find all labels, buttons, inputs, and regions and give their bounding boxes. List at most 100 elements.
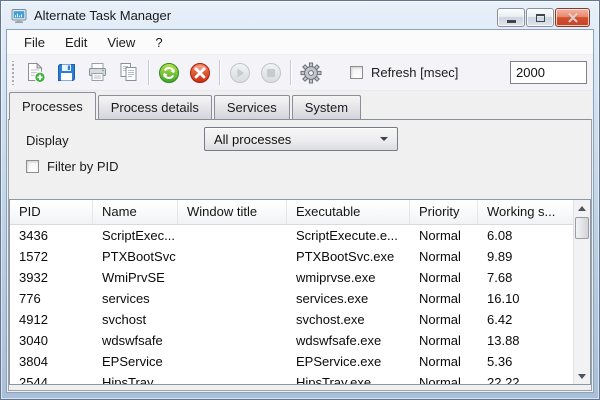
save-icon <box>55 61 78 84</box>
scrollbar-thumb[interactable] <box>575 217 589 239</box>
table-cell: wmiprvse.exe <box>287 267 410 288</box>
save-button[interactable] <box>51 57 82 88</box>
table-row[interactable]: 3040wdswfsafe wdswfsafe.exeNormal13.88 <box>10 330 573 351</box>
settings-button[interactable] <box>295 57 326 88</box>
filter-by-pid-group: Filter by PID <box>26 159 119 174</box>
refresh-checkbox[interactable] <box>350 66 363 79</box>
table-cell: svchost.exe <box>287 309 410 330</box>
column-header-window-title[interactable]: Window title <box>178 200 287 224</box>
table-cell: 1572 <box>10 246 93 267</box>
maximize-button[interactable] <box>526 8 554 27</box>
table-cell: PTXBootSvc <box>93 246 178 267</box>
toolbar-separator <box>290 60 291 85</box>
copy-button[interactable] <box>113 57 144 88</box>
table-cell: 6.08 <box>478 225 573 246</box>
table-cell <box>178 351 287 372</box>
close-button[interactable] <box>555 8 590 27</box>
print-icon <box>86 61 109 84</box>
tab-processes[interactable]: Processes <box>9 92 96 120</box>
table-cell: services <box>93 288 178 309</box>
table-row[interactable]: 776servicesservices.exeNormal16.10 <box>10 288 573 309</box>
table-cell: 2544 <box>10 372 93 384</box>
menu-file[interactable]: File <box>14 30 55 54</box>
new-document-button[interactable] <box>20 57 51 88</box>
table-cell: 6.42 <box>478 309 573 330</box>
titlebar: Alternate Task Manager <box>1 1 599 30</box>
table-cell: 3436 <box>10 225 93 246</box>
window-title: Alternate Task Manager <box>34 8 171 23</box>
table-cell <box>178 267 287 288</box>
display-select-value: All processes <box>214 132 291 147</box>
new-document-icon <box>24 61 47 84</box>
menubar: File Edit View ? <box>7 30 593 55</box>
tab-process-details[interactable]: Process details <box>98 95 212 119</box>
table-cell: Normal <box>410 351 478 372</box>
settings-icon <box>299 61 323 85</box>
toolbar-separator <box>219 60 220 85</box>
tab-services[interactable]: Services <box>214 95 290 119</box>
table-row[interactable]: 1572PTXBootSvcPTXBootSvc.exeNormal9.89 <box>10 246 573 267</box>
table-cell: Normal <box>410 372 478 384</box>
menu-edit[interactable]: Edit <box>55 30 97 54</box>
table-cell: 22.22 <box>478 372 573 384</box>
interval-input[interactable] <box>510 61 587 84</box>
table-cell: Normal <box>410 267 478 288</box>
toolbar-separator <box>148 60 149 85</box>
table-cell: 3040 <box>10 330 93 351</box>
filter-by-pid-checkbox[interactable] <box>26 160 39 173</box>
copy-icon <box>117 61 140 84</box>
table-cell <box>178 309 287 330</box>
table-row[interactable]: 2544HipsTrayHipsTray.exeNormal22.22 <box>10 372 573 384</box>
table-cell: 13.88 <box>478 330 573 351</box>
table-cell: wdswfsafe <box>93 330 178 351</box>
process-table: PID Name Window title Executable Priorit… <box>9 199 591 385</box>
display-select[interactable]: All processes <box>204 127 398 151</box>
table-cell <box>178 225 287 246</box>
arrow-up-icon <box>578 206 586 211</box>
table-row[interactable]: 4912svchostsvchost.exeNormal6.42 <box>10 309 573 330</box>
stop-button[interactable] <box>255 57 286 88</box>
table-cell: wdswfsafe.exe <box>287 330 410 351</box>
table-cell: svchost <box>93 309 178 330</box>
table-cell: WmiPrvSE <box>93 267 178 288</box>
window-content: File Edit View ? <box>7 30 593 392</box>
table-cell: Normal <box>410 330 478 351</box>
table-cell <box>178 330 287 351</box>
table-cell: EPService <box>93 351 178 372</box>
table-row[interactable]: 3932WmiPrvSEwmiprvse.exeNormal7.68 <box>10 267 573 288</box>
start-button[interactable] <box>224 57 255 88</box>
menu-view[interactable]: View <box>97 30 145 54</box>
chevron-down-icon <box>380 137 388 141</box>
tab-system[interactable]: System <box>292 95 361 119</box>
table-cell: 7.68 <box>478 267 573 288</box>
toolbar-gripper[interactable] <box>11 61 15 85</box>
table-cell: Normal <box>410 225 478 246</box>
end-process-button[interactable] <box>184 57 215 88</box>
column-header-name[interactable]: Name <box>93 200 178 224</box>
column-header-working-set[interactable]: Working s... <box>478 200 573 224</box>
table-row[interactable]: 3436ScriptExec...ScriptExecute.e...Norma… <box>10 225 573 246</box>
minimize-button[interactable] <box>497 8 525 27</box>
scroll-up-button[interactable] <box>574 200 590 216</box>
table-row[interactable]: 3804EPServiceEPService.exeNormal5.36 <box>10 351 573 372</box>
tab-bar: Processes Process details Services Syste… <box>7 91 593 119</box>
refresh-button[interactable] <box>153 57 184 88</box>
processes-panel: Display All processes Filter by PID PID … <box>8 119 592 391</box>
refresh-icon <box>157 61 181 85</box>
display-label: Display <box>26 133 69 148</box>
column-header-pid[interactable]: PID <box>10 200 93 224</box>
app-monitor-icon <box>11 8 27 24</box>
window-controls <box>497 8 590 27</box>
vertical-scrollbar[interactable] <box>573 200 590 384</box>
menu-help[interactable]: ? <box>145 30 172 54</box>
filter-by-pid-label: Filter by PID <box>47 159 119 174</box>
stop-icon <box>259 61 283 85</box>
refresh-checkbox-label: Refresh [msec] <box>371 65 458 80</box>
table-cell: Normal <box>410 246 478 267</box>
table-cell <box>178 246 287 267</box>
print-button[interactable] <box>82 57 113 88</box>
table-cell: ScriptExec... <box>93 225 178 246</box>
column-header-priority[interactable]: Priority <box>410 200 478 224</box>
column-header-executable[interactable]: Executable <box>287 200 410 224</box>
scroll-down-button[interactable] <box>574 368 590 384</box>
